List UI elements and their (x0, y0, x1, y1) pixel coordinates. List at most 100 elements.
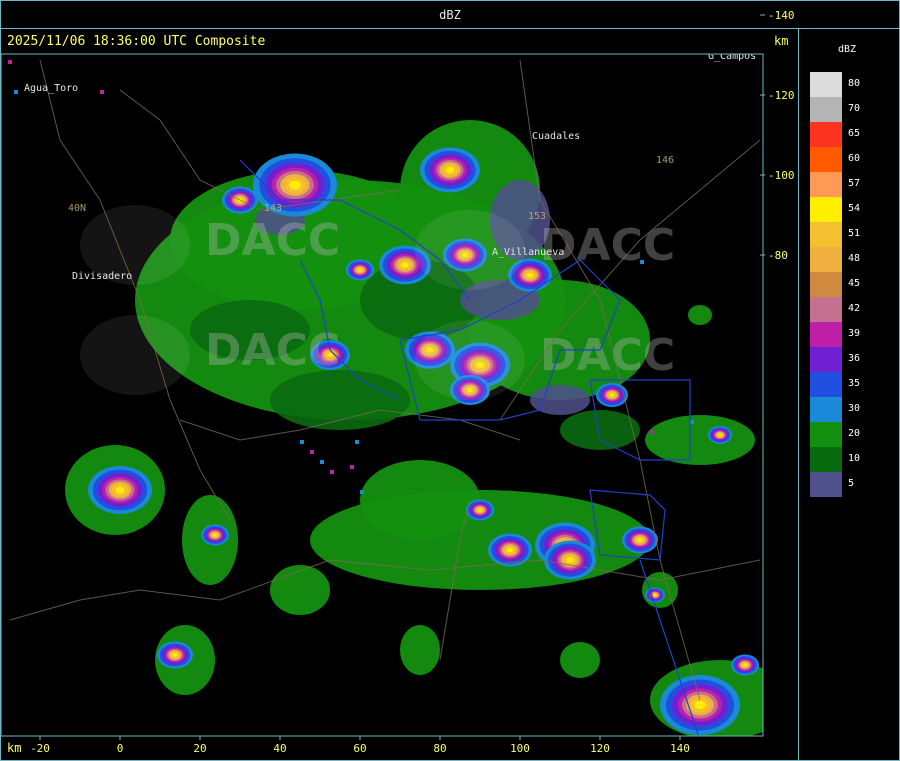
legend-label-65: 65 (848, 128, 861, 139)
legend-swatch-70 (810, 97, 842, 122)
echo-pixel-2 (320, 460, 324, 464)
legend-label-80: 80 (848, 78, 861, 89)
legend-label-20: 20 (848, 428, 861, 439)
legend-swatch-80 (810, 72, 842, 97)
x-tick-label-40: 40 (273, 742, 286, 755)
echo-pixel-1 (310, 450, 314, 454)
legend-swatch-45 (810, 272, 842, 297)
y-tick-label--120: -120 (768, 89, 795, 102)
echo-pixel-11 (650, 430, 654, 434)
storm-core-13 (596, 383, 628, 407)
echo-pixel-4 (360, 490, 364, 494)
legend-label-39: 39 (848, 328, 861, 339)
echo-pixel-5 (350, 465, 354, 469)
legend-swatch-42 (810, 297, 842, 322)
legend-label-35: 35 (848, 378, 861, 389)
echo-area-14 (400, 625, 440, 675)
legend-swatch-57 (810, 172, 842, 197)
legend-swatch-36 (810, 347, 842, 372)
legend-swatch-35 (810, 372, 842, 397)
weak-echo-3 (560, 410, 640, 450)
watermark-0: DACC (205, 215, 340, 266)
place-label-cuadales: Cuadales (532, 131, 580, 142)
storm-core-10 (88, 466, 152, 514)
echo-pixel-6 (355, 440, 359, 444)
x-tick-label-100: 100 (510, 742, 530, 755)
legend-label-30: 30 (848, 403, 861, 414)
legend-swatch-54 (810, 197, 842, 222)
legend-label-70: 70 (848, 103, 861, 114)
route-label-3: 40N (68, 203, 86, 214)
x-tick-label-60: 60 (353, 742, 366, 755)
unit-label-bottom: km (7, 741, 22, 755)
legend-label-54: 54 (848, 203, 861, 214)
echo-area-15 (688, 305, 712, 325)
storm-core-1 (420, 147, 480, 193)
echo-pixel-3 (330, 470, 334, 474)
y-tick-label--100: -100 (768, 169, 795, 182)
legend-label-36: 36 (848, 353, 861, 364)
echo-pixel-8 (14, 90, 18, 94)
storm-core-11 (201, 524, 229, 546)
place-label-escorial: Escorial (348, 0, 396, 6)
place-label-g_campos: G_Campos (708, 51, 756, 62)
x-tick-label--20: -20 (30, 742, 50, 755)
place-label-s_rosas: S_Rosas (396, 23, 438, 34)
place-label-agua_toro: Agua_Toro (24, 83, 78, 94)
y-tick-label--80: -80 (768, 249, 788, 262)
place-label-divisadero: Divisadero (72, 271, 132, 282)
watermark-logo-3 (415, 320, 525, 400)
legend-title: dBZ (838, 44, 857, 55)
storm-core-14 (708, 426, 732, 444)
legend-swatch-5 (810, 472, 842, 497)
x-tick-label-120: 120 (590, 742, 610, 755)
reflectivity-layer: DACCDACCDACCDACCDivisaderoA_VillanuevaCu… (0, 0, 763, 736)
storm-core-21 (731, 654, 759, 676)
echo-pixel-0 (300, 440, 304, 444)
legend-label-5: 5 (848, 478, 855, 489)
legend-label-10: 10 (848, 453, 861, 464)
place-label-pampa_diamante: Pampa_Diamante (0, 23, 24, 34)
echo-pixel-9 (8, 60, 12, 64)
place-label-a_villanueva: A_Villanueva (492, 247, 564, 258)
route-label-2: 146 (656, 155, 674, 166)
legend-label-57: 57 (848, 178, 861, 189)
storm-core-23 (346, 259, 374, 281)
timestamp-label: 2025/11/06 18:36:00 UTC Composite (7, 34, 266, 49)
legend-swatch-10 (810, 447, 842, 472)
route-label-1: 153 (528, 211, 546, 222)
legend-swatch-65 (810, 122, 842, 147)
storm-core-22 (645, 587, 665, 603)
legend-label-51: 51 (848, 228, 861, 239)
legend-swatch-39 (810, 322, 842, 347)
legend-label-45: 45 (848, 278, 861, 289)
radar-map[interactable]: DACCDACCDACCDACCDivisaderoA_VillanuevaCu… (0, 0, 900, 761)
legend-swatch-30 (810, 397, 842, 422)
legend-swatch-60 (810, 147, 842, 172)
legend-swatch-51 (810, 222, 842, 247)
watermark-1: DACC (205, 325, 340, 376)
legend-label-48: 48 (848, 253, 861, 264)
legend-swatch-20 (810, 422, 842, 447)
echo-area-5 (360, 460, 480, 540)
storm-core-17 (544, 540, 596, 580)
route-label-0: 143 (264, 203, 282, 214)
echo-area-13 (270, 565, 330, 615)
storm-core-19 (466, 499, 494, 521)
echo-area-11 (560, 642, 600, 678)
echo-area-9 (645, 415, 755, 465)
legend-label-60: 60 (848, 153, 861, 164)
y-tick-label--140: -140 (768, 9, 795, 22)
echo-pixel-7 (100, 90, 104, 94)
x-tick-label-80: 80 (433, 742, 446, 755)
legend-swatch-48 (810, 247, 842, 272)
x-tick-label-0: 0 (117, 742, 124, 755)
watermark-3: DACC (540, 330, 675, 381)
watermark-logo-1 (80, 315, 190, 395)
storm-core-12 (157, 641, 193, 669)
weak-echo-2 (270, 370, 410, 430)
x-tick-label-140: 140 (670, 742, 690, 755)
x-tick-label-20: 20 (193, 742, 206, 755)
storm-core-18 (622, 526, 658, 554)
storm-core-20 (660, 675, 740, 735)
